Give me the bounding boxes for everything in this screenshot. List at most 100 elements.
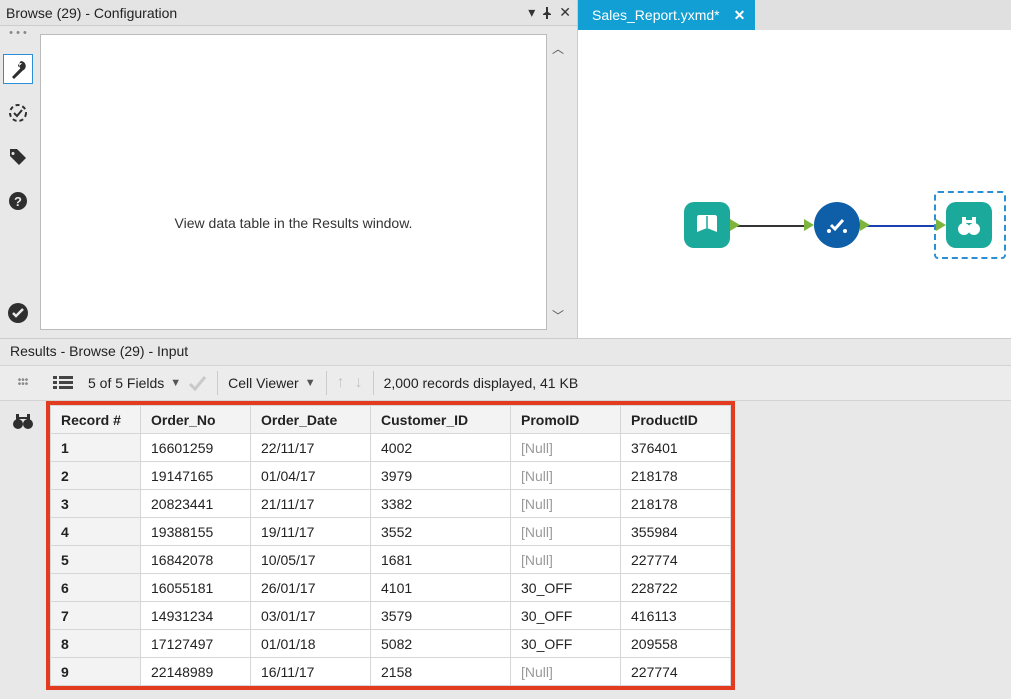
table-cell[interactable]: 16/11/17 xyxy=(251,658,371,686)
table-cell[interactable]: 8 xyxy=(51,630,141,658)
config-empty-message: View data table in the Results window. xyxy=(175,215,413,231)
table-cell[interactable]: 14931234 xyxy=(141,602,251,630)
table-row[interactable]: 32082344121/11/173382[Null]218178 xyxy=(51,490,731,518)
table-cell[interactable]: 21/11/17 xyxy=(251,490,371,518)
column-header[interactable]: PromoID xyxy=(511,406,621,434)
data-view-button[interactable] xyxy=(8,407,38,435)
table-cell[interactable]: 16842078 xyxy=(141,546,251,574)
table-cell[interactable]: 209558 xyxy=(621,630,731,658)
cellviewer-dropdown[interactable]: Cell Viewer ▼ xyxy=(228,375,315,391)
table-cell[interactable]: [Null] xyxy=(511,490,621,518)
document-tab[interactable]: Sales_Report.yxmd* ✕ xyxy=(578,0,755,30)
browse-tool[interactable] xyxy=(946,202,992,248)
table-cell[interactable]: 2 xyxy=(51,462,141,490)
table-cell[interactable]: 22148989 xyxy=(141,658,251,686)
sort-desc-button[interactable]: ↓ xyxy=(355,374,363,392)
column-header[interactable]: Order_Date xyxy=(251,406,371,434)
table-cell[interactable]: [Null] xyxy=(511,462,621,490)
table-cell[interactable]: 355984 xyxy=(621,518,731,546)
workflow-canvas-pane: Sales_Report.yxmd* ✕ xyxy=(578,0,1011,338)
table-cell[interactable]: 30_OFF xyxy=(511,602,621,630)
table-cell[interactable]: 3552 xyxy=(371,518,511,546)
table-cell[interactable]: 9 xyxy=(51,658,141,686)
target-tool-button[interactable] xyxy=(3,98,33,128)
table-cell[interactable]: 20823441 xyxy=(141,490,251,518)
table-cell[interactable]: 227774 xyxy=(621,546,731,574)
grip-icon[interactable]: • • • xyxy=(9,30,27,36)
table-cell[interactable]: 30_OFF xyxy=(511,574,621,602)
column-header[interactable]: Record # xyxy=(51,406,141,434)
table-cell[interactable]: 3979 xyxy=(371,462,511,490)
table-row[interactable]: 92214898916/11/172158[Null]227774 xyxy=(51,658,731,686)
apply-check-icon[interactable] xyxy=(187,373,207,393)
config-scrollbar[interactable]: ︿ ﹀ xyxy=(547,34,569,330)
table-cell[interactable]: [Null] xyxy=(511,434,621,462)
table-cell[interactable]: 1 xyxy=(51,434,141,462)
table-row[interactable]: 11660125922/11/174002[Null]376401 xyxy=(51,434,731,462)
table-cell[interactable]: 228722 xyxy=(621,574,731,602)
table-cell[interactable]: 19147165 xyxy=(141,462,251,490)
table-cell[interactable]: 03/01/17 xyxy=(251,602,371,630)
table-cell[interactable]: 17127497 xyxy=(141,630,251,658)
table-cell[interactable]: 16601259 xyxy=(141,434,251,462)
table-cell[interactable]: 16055181 xyxy=(141,574,251,602)
table-cell[interactable]: 1681 xyxy=(371,546,511,574)
table-cell[interactable]: 3579 xyxy=(371,602,511,630)
table-cell[interactable]: [Null] xyxy=(511,518,621,546)
table-cell[interactable]: 01/04/17 xyxy=(251,462,371,490)
table-cell[interactable]: [Null] xyxy=(511,658,621,686)
table-row[interactable]: 51684207810/05/171681[Null]227774 xyxy=(51,546,731,574)
tag-tool-button[interactable] xyxy=(3,142,33,172)
table-cell[interactable]: 7 xyxy=(51,602,141,630)
table-row[interactable]: 81712749701/01/18508230_OFF209558 xyxy=(51,630,731,658)
fields-dropdown[interactable]: 5 of 5 Fields ▼ xyxy=(88,373,207,393)
grip-icon[interactable]: •••••• xyxy=(8,369,38,397)
help-tool-button[interactable]: ? xyxy=(3,186,33,216)
table-cell[interactable]: 26/01/17 xyxy=(251,574,371,602)
results-table-container[interactable]: Record #Order_NoOrder_DateCustomer_IDPro… xyxy=(46,401,1011,699)
input-data-tool[interactable] xyxy=(684,202,730,248)
workflow-canvas[interactable] xyxy=(578,30,1011,338)
table-cell[interactable]: 218178 xyxy=(621,462,731,490)
table-cell[interactable]: 5 xyxy=(51,546,141,574)
table-cell[interactable]: 01/01/18 xyxy=(251,630,371,658)
table-cell[interactable]: 3382 xyxy=(371,490,511,518)
table-cell[interactable]: 416113 xyxy=(621,602,731,630)
table-cell[interactable]: 227774 xyxy=(621,658,731,686)
config-pane-header: Browse (29) - Configuration ▾ ✕ xyxy=(0,0,577,26)
table-row[interactable]: 71493123403/01/17357930_OFF416113 xyxy=(51,602,731,630)
table-cell[interactable]: [Null] xyxy=(511,546,621,574)
column-header[interactable]: Customer_ID xyxy=(371,406,511,434)
table-cell[interactable]: 3 xyxy=(51,490,141,518)
pin-icon[interactable] xyxy=(541,7,553,19)
wrench-tool-button[interactable] xyxy=(3,54,33,84)
scroll-down-icon[interactable]: ﹀ xyxy=(552,307,564,324)
table-cell[interactable]: 4101 xyxy=(371,574,511,602)
select-tool[interactable] xyxy=(814,202,860,248)
table-cell[interactable]: 4002 xyxy=(371,434,511,462)
table-cell[interactable]: 6 xyxy=(51,574,141,602)
table-cell[interactable]: 19388155 xyxy=(141,518,251,546)
dropdown-icon[interactable]: ▾ xyxy=(528,4,535,21)
table-row[interactable]: 21914716501/04/173979[Null]218178 xyxy=(51,462,731,490)
list-view-button[interactable] xyxy=(48,369,78,397)
table-cell[interactable]: 5082 xyxy=(371,630,511,658)
table-cell[interactable]: 10/05/17 xyxy=(251,546,371,574)
table-cell[interactable]: 2158 xyxy=(371,658,511,686)
table-row[interactable]: 61605518126/01/17410130_OFF228722 xyxy=(51,574,731,602)
table-cell[interactable]: 19/11/17 xyxy=(251,518,371,546)
sort-asc-button[interactable]: ↑ xyxy=(337,374,345,392)
column-header[interactable]: ProductID xyxy=(621,406,731,434)
table-cell[interactable]: 376401 xyxy=(621,434,731,462)
table-cell[interactable]: 22/11/17 xyxy=(251,434,371,462)
wire-1 xyxy=(736,225,810,227)
scroll-up-icon[interactable]: ︿ xyxy=(552,40,564,57)
table-cell[interactable]: 218178 xyxy=(621,490,731,518)
table-row[interactable]: 41938815519/11/173552[Null]355984 xyxy=(51,518,731,546)
tab-close-icon[interactable]: ✕ xyxy=(734,7,746,24)
table-cell[interactable]: 4 xyxy=(51,518,141,546)
table-cell[interactable]: 30_OFF xyxy=(511,630,621,658)
ok-tool-button[interactable] xyxy=(3,298,33,328)
column-header[interactable]: Order_No xyxy=(141,406,251,434)
close-icon[interactable]: ✕ xyxy=(559,4,571,21)
